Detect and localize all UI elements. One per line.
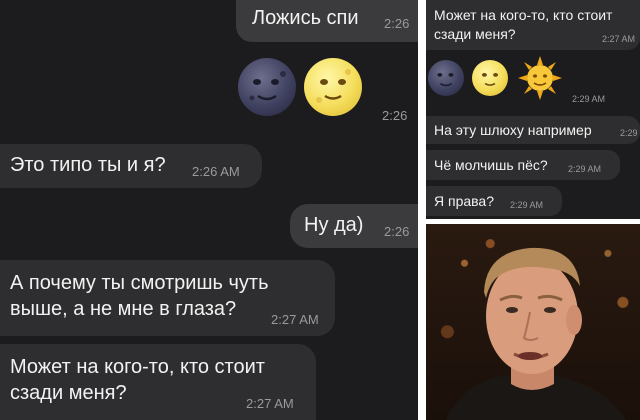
message-bubble[interactable]: На эту шлюху например 2:29 xyxy=(426,116,640,144)
emoji-message[interactable]: 2:29 AM xyxy=(426,56,640,108)
message-time: 2:26 xyxy=(382,108,408,123)
message-bubble[interactable]: Может на кого-то, кто стоит сзади меня? … xyxy=(426,0,640,50)
message-time: 2:27 AM xyxy=(602,34,636,44)
message-text: Чё молчишь пёс? xyxy=(434,157,548,173)
chat-panel-left: Ложись спи 2:26 2:26 Это типо ты и я? 2:… xyxy=(0,0,418,420)
message-time: 2:29 AM xyxy=(568,164,602,174)
message-bubble[interactable]: Это типо ты и я? 2:26 AM xyxy=(0,144,262,188)
message-text: А почему ты смотришь чуть выше, а не мне… xyxy=(10,272,269,320)
message-text: Ну да) xyxy=(304,214,364,236)
full-moon-face-icon xyxy=(472,60,508,96)
message-bubble[interactable]: Ложись спи 2:26 xyxy=(236,0,418,42)
message-time: 2:26 xyxy=(384,16,410,31)
emoji-message[interactable]: 2:26 xyxy=(236,56,418,126)
message-text: Я права? xyxy=(434,193,495,209)
message-bubble[interactable]: Чё молчишь пёс? 2:29 AM xyxy=(426,150,620,180)
message-text: Может на кого-то, кто стоит сзади меня? xyxy=(434,7,613,42)
sun-face-icon xyxy=(518,56,562,100)
message-text: Это типо ты и я? xyxy=(10,154,166,176)
message-time: 2:29 AM xyxy=(510,200,544,210)
message-time: 2:26 AM xyxy=(192,164,240,179)
message-bubble[interactable]: Я права? 2:29 AM xyxy=(426,186,562,216)
new-moon-face-icon xyxy=(238,58,296,116)
message-time: 2:27 AM xyxy=(271,312,319,327)
message-time: 2:29 AM xyxy=(572,94,606,104)
message-text: Может на кого-то, кто стоит сзади меня? xyxy=(10,356,265,404)
full-moon-face-icon xyxy=(304,58,362,116)
message-time: 2:26 xyxy=(384,224,410,239)
message-bubble[interactable]: Ну да) 2:26 xyxy=(290,204,418,248)
message-time: 2:29 xyxy=(620,128,638,138)
message-text: Ложись спи xyxy=(252,7,359,29)
man-portrait-image xyxy=(446,247,626,420)
photo-panel xyxy=(426,224,640,420)
chat-panel-right: Может на кого-то, кто стоит сзади меня? … xyxy=(426,0,640,219)
new-moon-face-icon xyxy=(428,60,464,96)
message-text: На эту шлюху например xyxy=(434,122,592,138)
message-bubble[interactable]: Может на кого-то, кто стоит сзади меня? … xyxy=(0,344,316,420)
message-time: 2:27 AM xyxy=(246,396,294,411)
message-bubble[interactable]: А почему ты смотришь чуть выше, а не мне… xyxy=(0,260,335,336)
